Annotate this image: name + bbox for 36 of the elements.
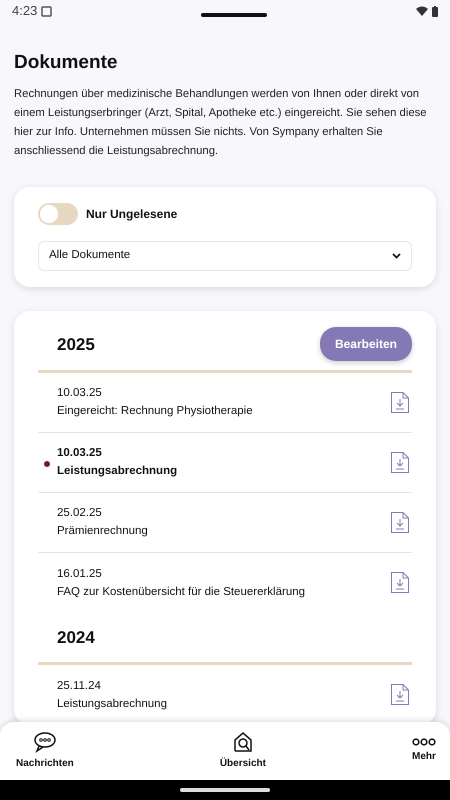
download-document-icon[interactable] [390, 450, 410, 474]
status-time: 4:23 [12, 2, 38, 20]
more-icon [412, 738, 436, 746]
battery-icon [432, 6, 438, 16]
download-document-icon[interactable] [390, 571, 410, 594]
document-title[interactable]: FAQ zur Kostenübersicht für die Steuererklärung [57, 582, 306, 601]
download-document-icon[interactable] [390, 683, 410, 706]
toggle-switch[interactable] [38, 202, 78, 225]
document-date: 16.01.25 [57, 566, 103, 582]
notification-icon [41, 6, 52, 16]
document-date: 25.11.24 [57, 678, 102, 694]
home-indicator-icon [180, 788, 270, 792]
intro-paragraph: Rechnungen über medizinische Behandlungen werden von Ihnen oder direkt von einem Leistungserbringer (Arzt, Spital, Apotheke etc.) eingereicht. Sie sehen diese hier zur Info. Unternehmen müssen Sie nichts. Von Sympany erhalten Sie anschliessend die Leistungsabrechnung. [14, 86, 428, 159]
download-document-icon[interactable] [390, 390, 410, 414]
gesture-bar-icon [201, 13, 268, 17]
nav-tab[interactable]: Mehr [408, 738, 440, 764]
document-date: 25.02.25 [57, 506, 103, 522]
nav-tab[interactable]: Nachrichten [12, 731, 78, 771]
toggle-label: Nur Ungelesene [86, 206, 178, 223]
edit-button[interactable]: Bearbeiten [320, 327, 412, 362]
download-document-icon[interactable] [390, 510, 410, 534]
wifi-icon [416, 6, 428, 16]
page-title: Dokumente [14, 52, 118, 75]
document-title[interactable]: Leistungsabrechnung [57, 462, 178, 480]
document-date: 10.03.25 [57, 446, 103, 462]
document-date: 10.03.25 [57, 386, 103, 402]
document-title[interactable]: Leistungsabrechnung [57, 694, 167, 713]
document-title[interactable]: Prämienrechnung [57, 522, 148, 540]
nav-tab[interactable]: Übersicht [216, 731, 270, 771]
document-title[interactable]: Eingereicht: Rechnung Physiotherapie [57, 402, 253, 420]
chat-bubbles-icon [32, 731, 57, 753]
chevron-down-icon [392, 252, 401, 259]
house-search-icon [232, 731, 254, 753]
document-type-select[interactable]: Alle Dokumente [38, 240, 412, 271]
year-heading: 2024 [56, 626, 95, 649]
year-heading: 2025 [56, 334, 95, 356]
